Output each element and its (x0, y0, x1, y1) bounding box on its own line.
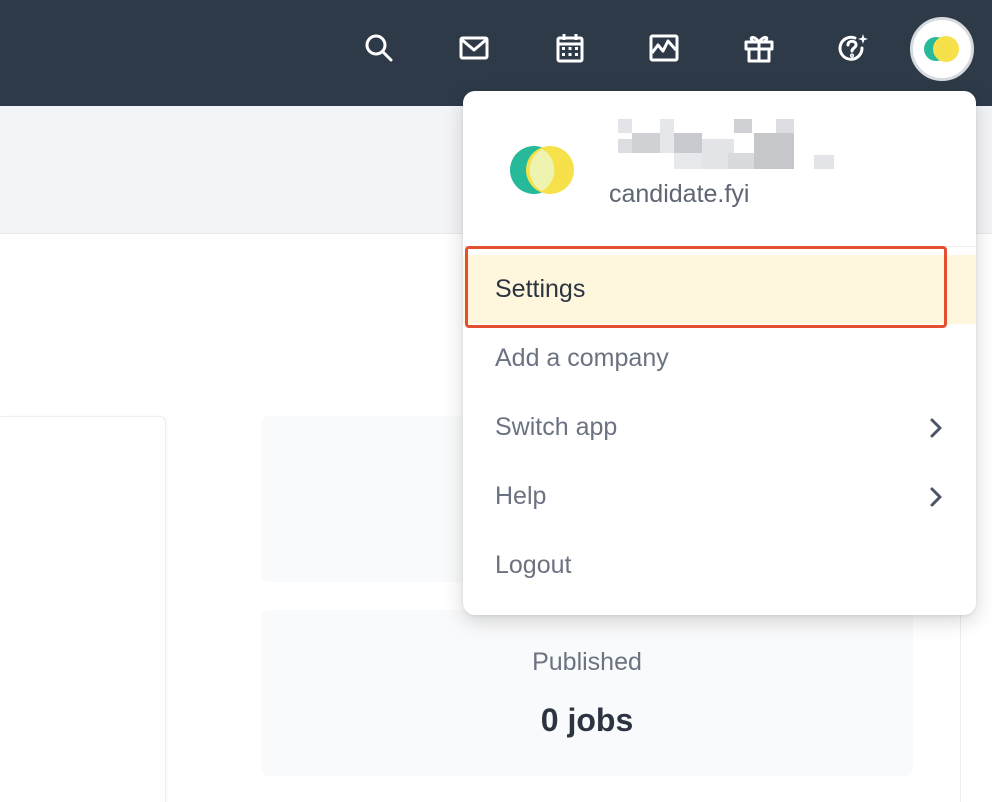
menu-item-logout[interactable]: Logout (463, 531, 976, 600)
menu-item-settings[interactable]: Settings (463, 255, 976, 324)
menu-item-add-company[interactable]: Add a company (463, 324, 976, 393)
menu-item-help[interactable]: Help (463, 462, 976, 531)
blurred-user-name (618, 119, 838, 171)
menu-item-label: Switch app (495, 413, 618, 441)
menu-item-label: Logout (495, 551, 572, 579)
search-icon[interactable] (359, 28, 399, 68)
gift-icon[interactable] (739, 28, 779, 68)
stat-value: 0 jobs (540, 702, 634, 738)
chevron-right-icon (926, 418, 946, 438)
profile-header: candidate.fyi (463, 91, 976, 247)
mail-icon[interactable] (454, 28, 494, 68)
company-logo-icon (510, 143, 576, 202)
menu-item-label: Add a company (495, 344, 669, 372)
user-dropdown-menu: candidate.fyi Settings Add a company Swi… (463, 91, 976, 615)
chevron-right-icon (926, 487, 946, 507)
stat-label: Published (532, 648, 642, 676)
menu-item-switch-app[interactable]: Switch app (463, 393, 976, 462)
org-domain: candidate.fyi (609, 180, 750, 208)
menu-item-label: Help (495, 482, 547, 510)
company-logo-icon (924, 36, 959, 62)
calendar-icon[interactable] (550, 28, 590, 68)
stat-card-published: Published 0 jobs (261, 610, 913, 776)
activity-icon[interactable] (644, 28, 684, 68)
whats-new-icon[interactable] (833, 28, 873, 68)
side-panel (0, 416, 166, 802)
user-avatar-button[interactable] (910, 17, 974, 81)
menu-item-label: Settings (495, 275, 586, 303)
